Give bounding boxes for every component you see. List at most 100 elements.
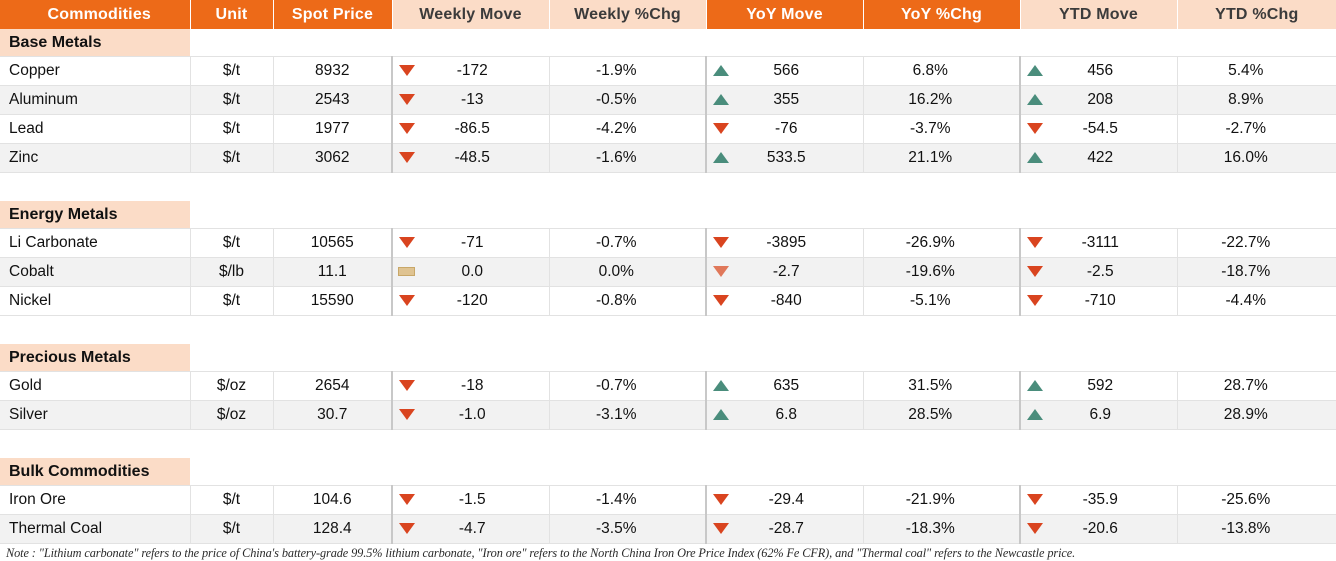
weekly-move-indicator-cell xyxy=(391,114,418,144)
arrow-up-icon xyxy=(1026,409,1043,421)
ytd-move-cell: 6.9 xyxy=(1046,400,1178,430)
commodities-table: Commodities Unit Spot Price Weekly Move … xyxy=(0,0,1336,544)
weekly-move-indicator-cell xyxy=(391,485,418,515)
table-row[interactable]: Thermal Coal $/t 128.4 -4.7 -3.5% -28.7 -18.3%… xyxy=(0,514,1336,544)
weekly-move-indicator-cell xyxy=(391,143,418,173)
ytd-pct-cell: -4.4% xyxy=(1176,286,1336,316)
weekly-move-indicator-cell xyxy=(391,257,418,287)
weekly-move-cell: -71 xyxy=(418,228,549,258)
ytd-move-cell: 422 xyxy=(1046,143,1178,173)
section-title: Energy Metals xyxy=(0,201,190,229)
spot-price-cell: 2543 xyxy=(273,85,392,115)
commodity-name-cell: Iron Ore xyxy=(0,485,191,515)
arrow-up-icon xyxy=(712,380,729,392)
column-header-weekly-pct[interactable]: Weekly %Chg xyxy=(549,0,707,29)
arrow-down-icon xyxy=(398,152,415,164)
arrow-down-icon xyxy=(712,237,729,249)
unit-cell: $/lb xyxy=(190,257,274,287)
weekly-move-cell: -1.0 xyxy=(418,400,549,430)
commodity-name-cell: Silver xyxy=(0,400,191,430)
header-row: Commodities Unit Spot Price Weekly Move … xyxy=(0,0,1336,29)
weekly-pct-cell: -3.1% xyxy=(548,400,706,430)
column-header-yoy-move[interactable]: YoY Move xyxy=(706,0,864,29)
commodity-name-cell: Thermal Coal xyxy=(0,514,191,544)
arrow-down-icon xyxy=(1026,237,1043,249)
spot-price-cell: 128.4 xyxy=(273,514,392,544)
ytd-pct-cell: 16.0% xyxy=(1176,143,1336,173)
arrow-up-icon xyxy=(712,152,729,164)
table-row[interactable]: Cobalt $/lb 11.1 0.0 0.0% -2.7 -19.6% -2.5 -18.7… xyxy=(0,257,1336,287)
column-header-commodities[interactable]: Commodities xyxy=(0,0,191,29)
table-row[interactable]: Silver $/oz 30.7 -1.0 -3.1% 6.8 28.5% 6.9 28.9% xyxy=(0,400,1336,430)
yoy-move-cell: 6.8 xyxy=(732,400,863,430)
spacer-cell xyxy=(0,429,1336,458)
arrow-down-icon xyxy=(398,237,415,249)
weekly-pct-cell: -0.8% xyxy=(548,286,706,316)
yoy-pct-cell: -21.9% xyxy=(862,485,1020,515)
weekly-move-cell: -1.5 xyxy=(418,485,549,515)
column-header-weekly-move[interactable]: Weekly Move xyxy=(392,0,550,29)
weekly-pct-cell: -0.7% xyxy=(548,228,706,258)
table-row[interactable]: Zinc $/t 3062 -48.5 -1.6% 533.5 21.1% 422 16.0% xyxy=(0,143,1336,173)
section-header-row: Bulk Commodities xyxy=(0,458,1336,486)
arrow-down-icon xyxy=(398,494,415,506)
yoy-pct-cell: 6.8% xyxy=(862,56,1020,86)
spot-price-cell: 11.1 xyxy=(273,257,392,287)
arrow-down-icon xyxy=(712,266,729,278)
ytd-move-indicator-cell xyxy=(1019,371,1046,401)
arrow-down-icon xyxy=(398,380,415,392)
column-header-spot-price[interactable]: Spot Price xyxy=(273,0,393,29)
arrow-down-icon xyxy=(398,295,415,307)
table-row[interactable]: Gold $/oz 2654 -18 -0.7% 635 31.5% 592 28.7% xyxy=(0,371,1336,401)
table-row[interactable]: Aluminum $/t 2543 -13 -0.5% 355 16.2% 208 8.9% xyxy=(0,85,1336,115)
commodity-name-cell: Copper xyxy=(0,56,191,86)
yoy-pct-cell: -5.1% xyxy=(862,286,1020,316)
weekly-move-cell: -18 xyxy=(418,371,549,401)
arrow-up-icon xyxy=(712,65,729,77)
table-row[interactable]: Lead $/t 1977 -86.5 -4.2% -76 -3.7% -54.5 -2.7% xyxy=(0,114,1336,144)
yoy-move-indicator-cell xyxy=(705,257,732,287)
arrow-down-icon xyxy=(712,123,729,135)
ytd-move-indicator-cell xyxy=(1019,400,1046,430)
yoy-move-indicator-cell xyxy=(705,514,732,544)
column-header-ytd-move[interactable]: YTD Move xyxy=(1020,0,1178,29)
ytd-move-indicator-cell xyxy=(1019,257,1046,287)
yoy-move-cell: -840 xyxy=(732,286,863,316)
yoy-move-cell: 635 xyxy=(732,371,863,401)
yoy-move-indicator-cell xyxy=(705,371,732,401)
commodity-name-cell: Cobalt xyxy=(0,257,191,287)
yoy-move-indicator-cell xyxy=(705,143,732,173)
section-header-blank xyxy=(190,29,1336,57)
ytd-move-cell: 208 xyxy=(1046,85,1178,115)
yoy-pct-cell: -19.6% xyxy=(862,257,1020,287)
weekly-move-cell: -13 xyxy=(418,85,549,115)
commodity-name-cell: Gold xyxy=(0,371,191,401)
section-spacer-row xyxy=(0,172,1336,201)
table-row[interactable]: Iron Ore $/t 104.6 -1.5 -1.4% -29.4 -21.9% -35.… xyxy=(0,485,1336,515)
weekly-pct-cell: -4.2% xyxy=(548,114,706,144)
table-row[interactable]: Li Carbonate $/t 10565 -71 -0.7% -3895 -26.9% -… xyxy=(0,228,1336,258)
unit-cell: $/t xyxy=(190,85,274,115)
weekly-pct-cell: -0.7% xyxy=(548,371,706,401)
ytd-move-indicator-cell xyxy=(1019,56,1046,86)
yoy-pct-cell: 31.5% xyxy=(862,371,1020,401)
arrow-down-icon xyxy=(1026,494,1043,506)
table-row[interactable]: Copper $/t 8932 -172 -1.9% 566 6.8% 456 5.4% xyxy=(0,56,1336,86)
yoy-move-indicator-cell xyxy=(705,228,732,258)
weekly-pct-cell: -0.5% xyxy=(548,85,706,115)
column-header-ytd-pct[interactable]: YTD %Chg xyxy=(1177,0,1336,29)
ytd-move-indicator-cell xyxy=(1019,514,1046,544)
spot-price-cell: 15590 xyxy=(273,286,392,316)
table-body: Base Metals Copper $/t 8932 -172 -1.9% 566 6.8%… xyxy=(0,29,1336,544)
section-title: Precious Metals xyxy=(0,344,190,372)
yoy-move-cell: -2.7 xyxy=(732,257,863,287)
weekly-move-indicator-cell xyxy=(391,228,418,258)
arrow-up-icon xyxy=(1026,94,1043,106)
arrow-down-icon xyxy=(1026,123,1043,135)
column-header-yoy-pct[interactable]: YoY %Chg xyxy=(863,0,1021,29)
weekly-move-cell: -86.5 xyxy=(418,114,549,144)
weekly-move-indicator-cell xyxy=(391,85,418,115)
table-row[interactable]: Nickel $/t 15590 -120 -0.8% -840 -5.1% -710 -4.4… xyxy=(0,286,1336,316)
arrow-up-icon xyxy=(712,409,729,421)
column-header-unit[interactable]: Unit xyxy=(190,0,274,29)
